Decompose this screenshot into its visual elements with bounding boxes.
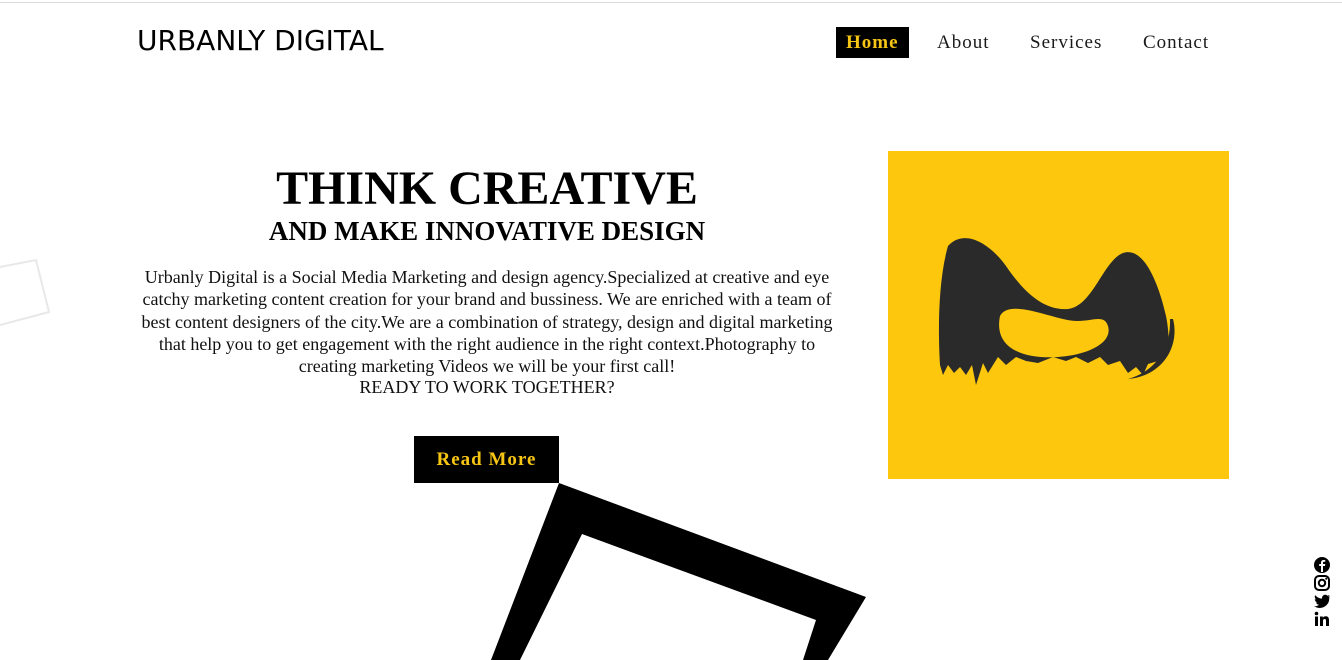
brand-logo-card [888,151,1229,479]
social-links [1313,556,1333,628]
facebook-icon[interactable] [1313,556,1331,574]
hero-title: THINK CREATIVE [276,162,698,215]
cta-text: READY TO WORK TOGETHER? [359,377,615,397]
hero-subtitle: AND MAKE INNOVATIVE DESIGN [268,216,706,246]
read-more-button[interactable]: Read More [414,436,559,483]
urbanly-m-logo-icon [938,238,1175,385]
twitter-icon[interactable] [1313,592,1331,610]
main-nav: Home About Services Contact [0,27,1342,59]
hero-description: Urbanly Digital is a Social Media Market… [141,267,833,377]
linkedin-icon[interactable] [1313,610,1331,628]
nav-about-link[interactable]: About [937,27,990,58]
nav-home-link[interactable]: Home [836,27,909,58]
top-border [0,2,1342,3]
decorative-outline-shape [0,258,51,326]
nav-contact-link[interactable]: Contact [1143,27,1209,58]
nav-services-link[interactable]: Services [1030,27,1102,58]
instagram-icon[interactable] [1313,574,1331,592]
